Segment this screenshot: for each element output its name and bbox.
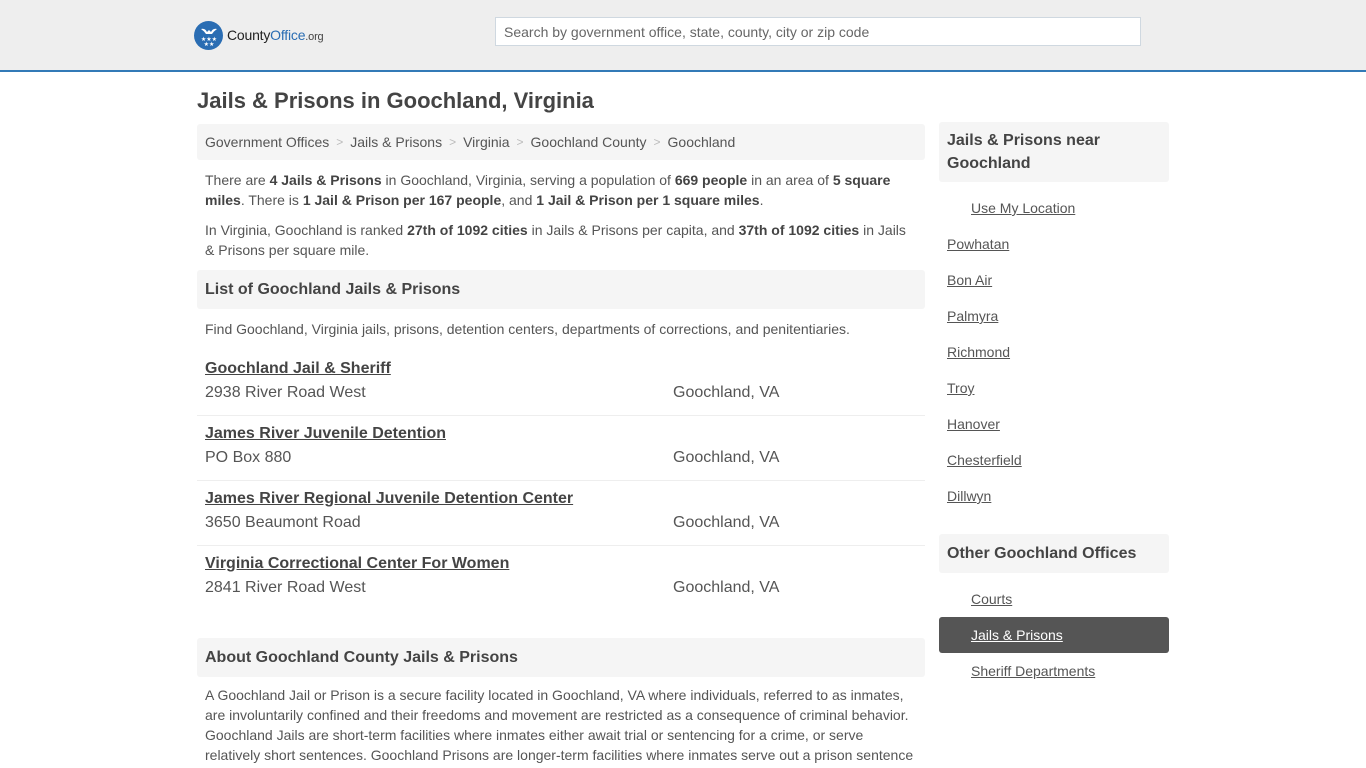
list-section-heading: List of Goochland Jails & Prisons — [197, 270, 925, 309]
use-location-item: Use My Location — [939, 190, 1169, 226]
breadcrumb: Government Offices > Jails & Prisons > V… — [197, 124, 925, 160]
breadcrumb-goochland[interactable]: Goochland — [668, 134, 736, 150]
site-logo[interactable]: ★★★ ★★ CountyOffice.org — [194, 20, 324, 50]
facility-city: Goochland, VA — [673, 514, 780, 531]
nearby-item: Richmond — [939, 334, 1169, 370]
about-section-heading: About Goochland County Jails & Prisons — [197, 638, 925, 677]
breadcrumb-government-offices[interactable]: Government Offices — [205, 134, 329, 150]
other-offices-list: Courts Jails & Prisons Sheriff Departmen… — [939, 581, 1169, 689]
facility-list: Goochland Jail & Sheriff 2938 River Road… — [197, 351, 925, 611]
nearby-item: Bon Air — [939, 262, 1169, 298]
nearby-item: Hanover — [939, 406, 1169, 442]
nearby-heading: Jails & Prisons near Goochland — [939, 122, 1169, 182]
nearby-link-powhatan[interactable]: Powhatan — [947, 236, 1009, 252]
nearby-item: Powhatan — [939, 226, 1169, 262]
facility-address: 3650 Beaumont Road — [205, 514, 361, 531]
breadcrumb-separator-icon: > — [336, 135, 344, 149]
search-input[interactable] — [495, 17, 1141, 46]
facility-address: PO Box 880 — [205, 449, 292, 466]
nearby-link-hanover[interactable]: Hanover — [947, 416, 1000, 432]
facility-address: 2938 River Road West — [205, 384, 366, 401]
nearby-link-troy[interactable]: Troy — [947, 380, 974, 396]
nearby-list: Use My Location Powhatan Bon Air Palmyra… — [939, 190, 1169, 514]
facility-item: Goochland Jail & Sheriff 2938 River Road… — [197, 351, 925, 416]
facility-name-link[interactable]: James River Juvenile Detention — [205, 425, 446, 443]
facility-name-link[interactable]: Virginia Correctional Center For Women — [205, 555, 509, 573]
nearby-item: Palmyra — [939, 298, 1169, 334]
nearby-link-palmyra[interactable]: Palmyra — [947, 308, 998, 324]
facility-name-link[interactable]: James River Regional Juvenile Detention … — [205, 490, 573, 508]
breadcrumb-jails-prisons[interactable]: Jails & Prisons — [350, 134, 442, 150]
facility-address: 2841 River Road West — [205, 579, 366, 596]
logo-text: CountyOffice.org — [227, 27, 324, 43]
other-office-item-active: Jails & Prisons — [939, 617, 1169, 653]
breadcrumb-virginia[interactable]: Virginia — [463, 134, 509, 150]
main-content: Government Offices > Jails & Prisons > V… — [197, 124, 925, 765]
facility-item: Virginia Correctional Center For Women 2… — [197, 546, 925, 611]
other-office-courts[interactable]: Courts — [971, 591, 1012, 607]
nearby-item: Dillwyn — [939, 478, 1169, 514]
intro-text: There are 4 Jails & Prisons in Goochland… — [197, 160, 925, 260]
facility-city: Goochland, VA — [673, 384, 780, 401]
svg-text:★★: ★★ — [203, 41, 214, 46]
nearby-link-dillwyn[interactable]: Dillwyn — [947, 488, 991, 504]
breadcrumb-separator-icon: > — [449, 135, 457, 149]
list-description: Find Goochland, Virginia jails, prisons,… — [205, 321, 850, 337]
intro-summary: There are 4 Jails & Prisons in Goochland… — [205, 172, 891, 208]
other-office-item: Courts — [939, 581, 1169, 617]
other-office-item: Sheriff Departments — [939, 653, 1169, 689]
facility-name-link[interactable]: Goochland Jail & Sheriff — [205, 360, 391, 378]
breadcrumb-goochland-county[interactable]: Goochland County — [531, 134, 647, 150]
site-header: ★★★ ★★ CountyOffice.org — [0, 0, 1366, 72]
breadcrumb-separator-icon: > — [653, 135, 661, 149]
other-office-sheriff-departments[interactable]: Sheriff Departments — [971, 663, 1095, 679]
nearby-link-chesterfield[interactable]: Chesterfield — [947, 452, 1022, 468]
other-offices-heading: Other Goochland Offices — [939, 534, 1169, 573]
facility-item: James River Juvenile Detention PO Box 88… — [197, 416, 925, 481]
eagle-stars-icon: ★★★ ★★ — [194, 20, 223, 50]
nearby-link-richmond[interactable]: Richmond — [947, 344, 1010, 360]
sidebar: Jails & Prisons near Goochland Use My Lo… — [939, 122, 1169, 689]
facility-item: James River Regional Juvenile Detention … — [197, 481, 925, 546]
about-text: A Goochland Jail or Prison is a secure f… — [205, 687, 914, 763]
page-title: Jails & Prisons in Goochland, Virginia — [197, 88, 594, 113]
intro-ranking: In Virginia, Goochland is ranked 27th of… — [205, 222, 906, 258]
facility-city: Goochland, VA — [673, 579, 780, 596]
nearby-item: Troy — [939, 370, 1169, 406]
nearby-item: Chesterfield — [939, 442, 1169, 478]
nearby-link-bon-air[interactable]: Bon Air — [947, 272, 992, 288]
breadcrumb-separator-icon: > — [516, 135, 524, 149]
use-my-location-link[interactable]: Use My Location — [971, 200, 1075, 216]
facility-city: Goochland, VA — [673, 449, 780, 466]
other-office-jails-prisons[interactable]: Jails & Prisons — [971, 627, 1063, 643]
